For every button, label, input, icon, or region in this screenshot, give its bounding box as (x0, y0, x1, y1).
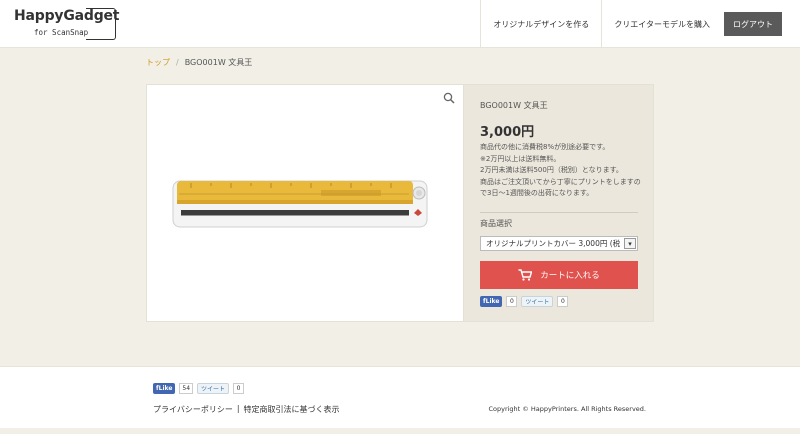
privacy-policy-link[interactable]: プライバシーポリシー (153, 404, 233, 415)
tweet-button[interactable]: ツイート (521, 296, 554, 307)
like-label: Like (485, 298, 500, 305)
product-price: 3,000円 (480, 125, 535, 140)
logo-frame (86, 8, 116, 40)
like-label: Like (158, 385, 173, 392)
chevron-down-icon: ▾ (624, 238, 636, 249)
copyright: Copyright © HappyPrinters. All Rights Re… (488, 405, 646, 413)
tweet-button[interactable]: ツイート (197, 383, 230, 394)
cart-label: カートに入れる (540, 271, 600, 281)
description-line: 商品代の他に消費税8%が別途必要です。 (480, 143, 610, 151)
product-image (172, 180, 428, 228)
description-line: ※2万円以上は送料無料。 (480, 154, 561, 163)
product-info-panel: BGO001W 文具王 3,000円 商品代の他に消費税8%が別途必要です。 ※… (464, 84, 654, 322)
product-name: BGO001W 文具王 (480, 101, 548, 110)
select-value: オリジナルプリントカバー 3,000円 (税 (486, 239, 621, 248)
nav-create-design[interactable]: オリジナルデザインを作る (480, 0, 601, 48)
site-header: HappyGadget for ScanSnap オリジナルデザインを作る クリ… (0, 0, 800, 48)
footer-links: プライバシーポリシー | 特定商取引法に基づく表示 (153, 404, 340, 415)
tweet-label: ツイート (201, 386, 226, 393)
description-line: 商品はご注文頂いてから丁寧にプリントをしますので3日〜1週間後の出荷になります。 (480, 177, 641, 198)
breadcrumb-home[interactable]: トップ (146, 57, 170, 68)
logout-button[interactable]: ログアウト (724, 12, 782, 36)
breadcrumb-separator: / (176, 58, 179, 67)
site-logo[interactable]: HappyGadget for ScanSnap (14, 8, 120, 42)
breadcrumb-current: BGO001W 文具王 (184, 58, 253, 67)
commerce-law-link[interactable]: 特定商取引法に基づく表示 (244, 404, 340, 415)
product-description: 商品代の他に消費税8%が別途必要です。 ※2万円以上は送料無料。 2万円未満は送… (480, 142, 646, 200)
tweet-label: ツイート (525, 299, 550, 306)
top-nav: オリジナルデザインを作る クリエイターモデルを購入 ログアウト (480, 0, 800, 48)
breadcrumb: トップ / BGO001W 文具王 (146, 57, 252, 68)
divider (480, 212, 638, 213)
footer-link-separator: | (236, 404, 240, 413)
site-footer: f Like 54 ツイート 0 プライバシーポリシー | 特定商取引法に基づく… (0, 366, 800, 428)
facebook-like-button[interactable]: f Like (153, 383, 176, 394)
like-count: 0 (506, 296, 518, 307)
footer-social: f Like 54 ツイート 0 (153, 383, 245, 394)
like-count: 54 (179, 383, 194, 394)
select-label: 商品選択 (480, 219, 512, 228)
tweet-count: 0 (233, 383, 245, 394)
tweet-count: 0 (557, 296, 569, 307)
product-image-panel (146, 84, 464, 322)
nav-buy-creator-model[interactable]: クリエイターモデルを購入 (601, 0, 722, 48)
bottom-strip (0, 428, 800, 434)
facebook-like-button[interactable]: f Like (480, 296, 503, 307)
logo-tagline: for ScanSnap (34, 28, 89, 37)
product-social: f Like 0 ツイート 0 (480, 296, 569, 307)
product-variant-select[interactable]: オリジナルプリントカバー 3,000円 (税 ▾ (480, 236, 638, 251)
search-icon[interactable] (443, 92, 455, 104)
add-to-cart-button[interactable]: カートに入れる (480, 261, 638, 289)
description-line: 2万円未満は送料500円（税別）となります。 (480, 166, 623, 174)
cart-icon (518, 269, 533, 281)
